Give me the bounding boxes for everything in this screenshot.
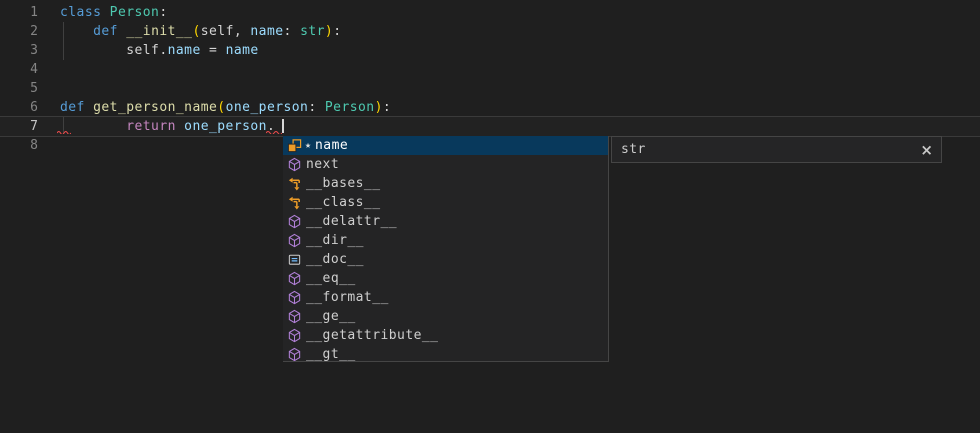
code-token: : bbox=[308, 100, 325, 115]
symbol-method-icon bbox=[286, 290, 302, 306]
code-token: def bbox=[93, 24, 118, 39]
close-icon[interactable]: × bbox=[920, 143, 933, 157]
code-token: : bbox=[159, 5, 167, 20]
line-number: 5 bbox=[0, 79, 38, 98]
symbol-arrows-icon bbox=[286, 176, 302, 192]
code-token: : bbox=[284, 24, 301, 39]
code-token: ( bbox=[217, 100, 225, 115]
line-number: 4 bbox=[0, 60, 38, 79]
code-line[interactable]: class Person: bbox=[60, 3, 980, 22]
suggestion-details-panel: str × bbox=[611, 136, 942, 163]
suggestion-label: __doc__ bbox=[306, 252, 364, 267]
code-token bbox=[85, 100, 93, 115]
line-number-gutter: 12345678 bbox=[0, 3, 38, 155]
code-token: , bbox=[234, 24, 251, 39]
suggestion-label: __eq__ bbox=[306, 271, 356, 286]
code-line[interactable]: return one_person. bbox=[60, 117, 980, 136]
symbol-method-icon bbox=[286, 309, 302, 325]
text-cursor bbox=[282, 119, 284, 133]
symbol-method-icon bbox=[286, 347, 302, 363]
symbol-method-icon bbox=[286, 214, 302, 230]
code-token: return bbox=[126, 119, 176, 134]
code-token: self bbox=[126, 43, 159, 58]
code-line[interactable] bbox=[60, 79, 980, 98]
line-number: 3 bbox=[0, 41, 38, 60]
suggestion-type-text: str bbox=[621, 142, 920, 157]
code-token bbox=[60, 43, 126, 58]
code-token: Person bbox=[110, 5, 160, 20]
suggestion-item[interactable]: __ge__ bbox=[283, 307, 608, 326]
code-line[interactable]: self.name = name bbox=[60, 41, 980, 60]
code-token: one_person bbox=[226, 100, 309, 115]
symbol-method-icon bbox=[286, 233, 302, 249]
suggestion-item[interactable]: __format__ bbox=[283, 288, 608, 307]
code-token: self bbox=[201, 24, 234, 39]
symbol-field-icon bbox=[286, 138, 302, 154]
symbol-method-icon bbox=[286, 157, 302, 173]
code-token bbox=[176, 119, 184, 134]
suggestion-item[interactable]: ★ name bbox=[283, 136, 608, 155]
code-token: Person bbox=[325, 100, 375, 115]
suggestion-label: next bbox=[306, 157, 339, 172]
code-token: : bbox=[333, 24, 341, 39]
code-token: name bbox=[250, 24, 283, 39]
code-token: def bbox=[60, 100, 85, 115]
code-line[interactable] bbox=[60, 60, 980, 79]
symbol-method-icon bbox=[286, 271, 302, 287]
code-token: = bbox=[201, 43, 226, 58]
line-number: 2 bbox=[0, 22, 38, 41]
symbol-constant-icon bbox=[286, 252, 302, 268]
suggestion-label: __class__ bbox=[306, 195, 381, 210]
suggestion-item[interactable]: __dir__ bbox=[283, 231, 608, 250]
line-number: 6 bbox=[0, 98, 38, 117]
code-token bbox=[101, 5, 109, 20]
code-token: : bbox=[383, 100, 391, 115]
suggestion-item[interactable]: __eq__ bbox=[283, 269, 608, 288]
suggestion-item[interactable]: __doc__ bbox=[283, 250, 608, 269]
symbol-method-icon bbox=[286, 328, 302, 344]
code-token bbox=[118, 24, 126, 39]
suggestion-item[interactable]: __gt__ bbox=[283, 345, 608, 362]
code-line[interactable]: def get_person_name(one_person: Person): bbox=[60, 98, 980, 117]
intellicode-star-icon: ★ bbox=[305, 138, 311, 154]
code-token bbox=[60, 119, 126, 134]
code-line[interactable]: def __init__(self, name: str): bbox=[60, 22, 980, 41]
code-token: name bbox=[226, 43, 259, 58]
line-number: 1 bbox=[0, 3, 38, 22]
code-token: . bbox=[267, 119, 275, 134]
autocomplete-dropdown[interactable]: ★ name next __bases__ __class__ __delattr__ __… bbox=[283, 136, 609, 362]
suggestion-item[interactable]: __delattr__ bbox=[283, 212, 608, 231]
line-number: 7 bbox=[0, 117, 38, 136]
suggestion-item[interactable]: __getattribute__ bbox=[283, 326, 608, 345]
symbol-arrows-icon bbox=[286, 195, 302, 211]
code-token: ) bbox=[375, 100, 383, 115]
suggestion-label: __gt__ bbox=[306, 347, 356, 362]
suggestion-item[interactable]: __class__ bbox=[283, 193, 608, 212]
suggestion-label: __delattr__ bbox=[306, 214, 397, 229]
code-area[interactable]: class Person: def __init__(self, name: s… bbox=[60, 3, 980, 155]
suggestion-label: __bases__ bbox=[306, 176, 381, 191]
suggestion-label: __format__ bbox=[306, 290, 389, 305]
code-token: one_person bbox=[184, 119, 267, 134]
code-token: name bbox=[168, 43, 201, 58]
suggestion-item[interactable]: next bbox=[283, 155, 608, 174]
code-token: ) bbox=[325, 24, 333, 39]
code-token bbox=[60, 24, 93, 39]
code-editor[interactable]: 12345678 class Person: def __init__(self… bbox=[0, 0, 980, 433]
suggestion-label: __dir__ bbox=[306, 233, 364, 248]
code-token: class bbox=[60, 5, 101, 20]
code-token: ( bbox=[192, 24, 200, 39]
suggestion-item[interactable]: __bases__ bbox=[283, 174, 608, 193]
code-token: . bbox=[159, 43, 167, 58]
code-token: __init__ bbox=[126, 24, 192, 39]
code-token: get_person_name bbox=[93, 100, 217, 115]
suggestion-label: name bbox=[315, 138, 348, 153]
line-number: 8 bbox=[0, 136, 38, 155]
suggestion-label: __ge__ bbox=[306, 309, 356, 324]
code-token: str bbox=[300, 24, 325, 39]
suggestion-label: __getattribute__ bbox=[306, 328, 438, 343]
